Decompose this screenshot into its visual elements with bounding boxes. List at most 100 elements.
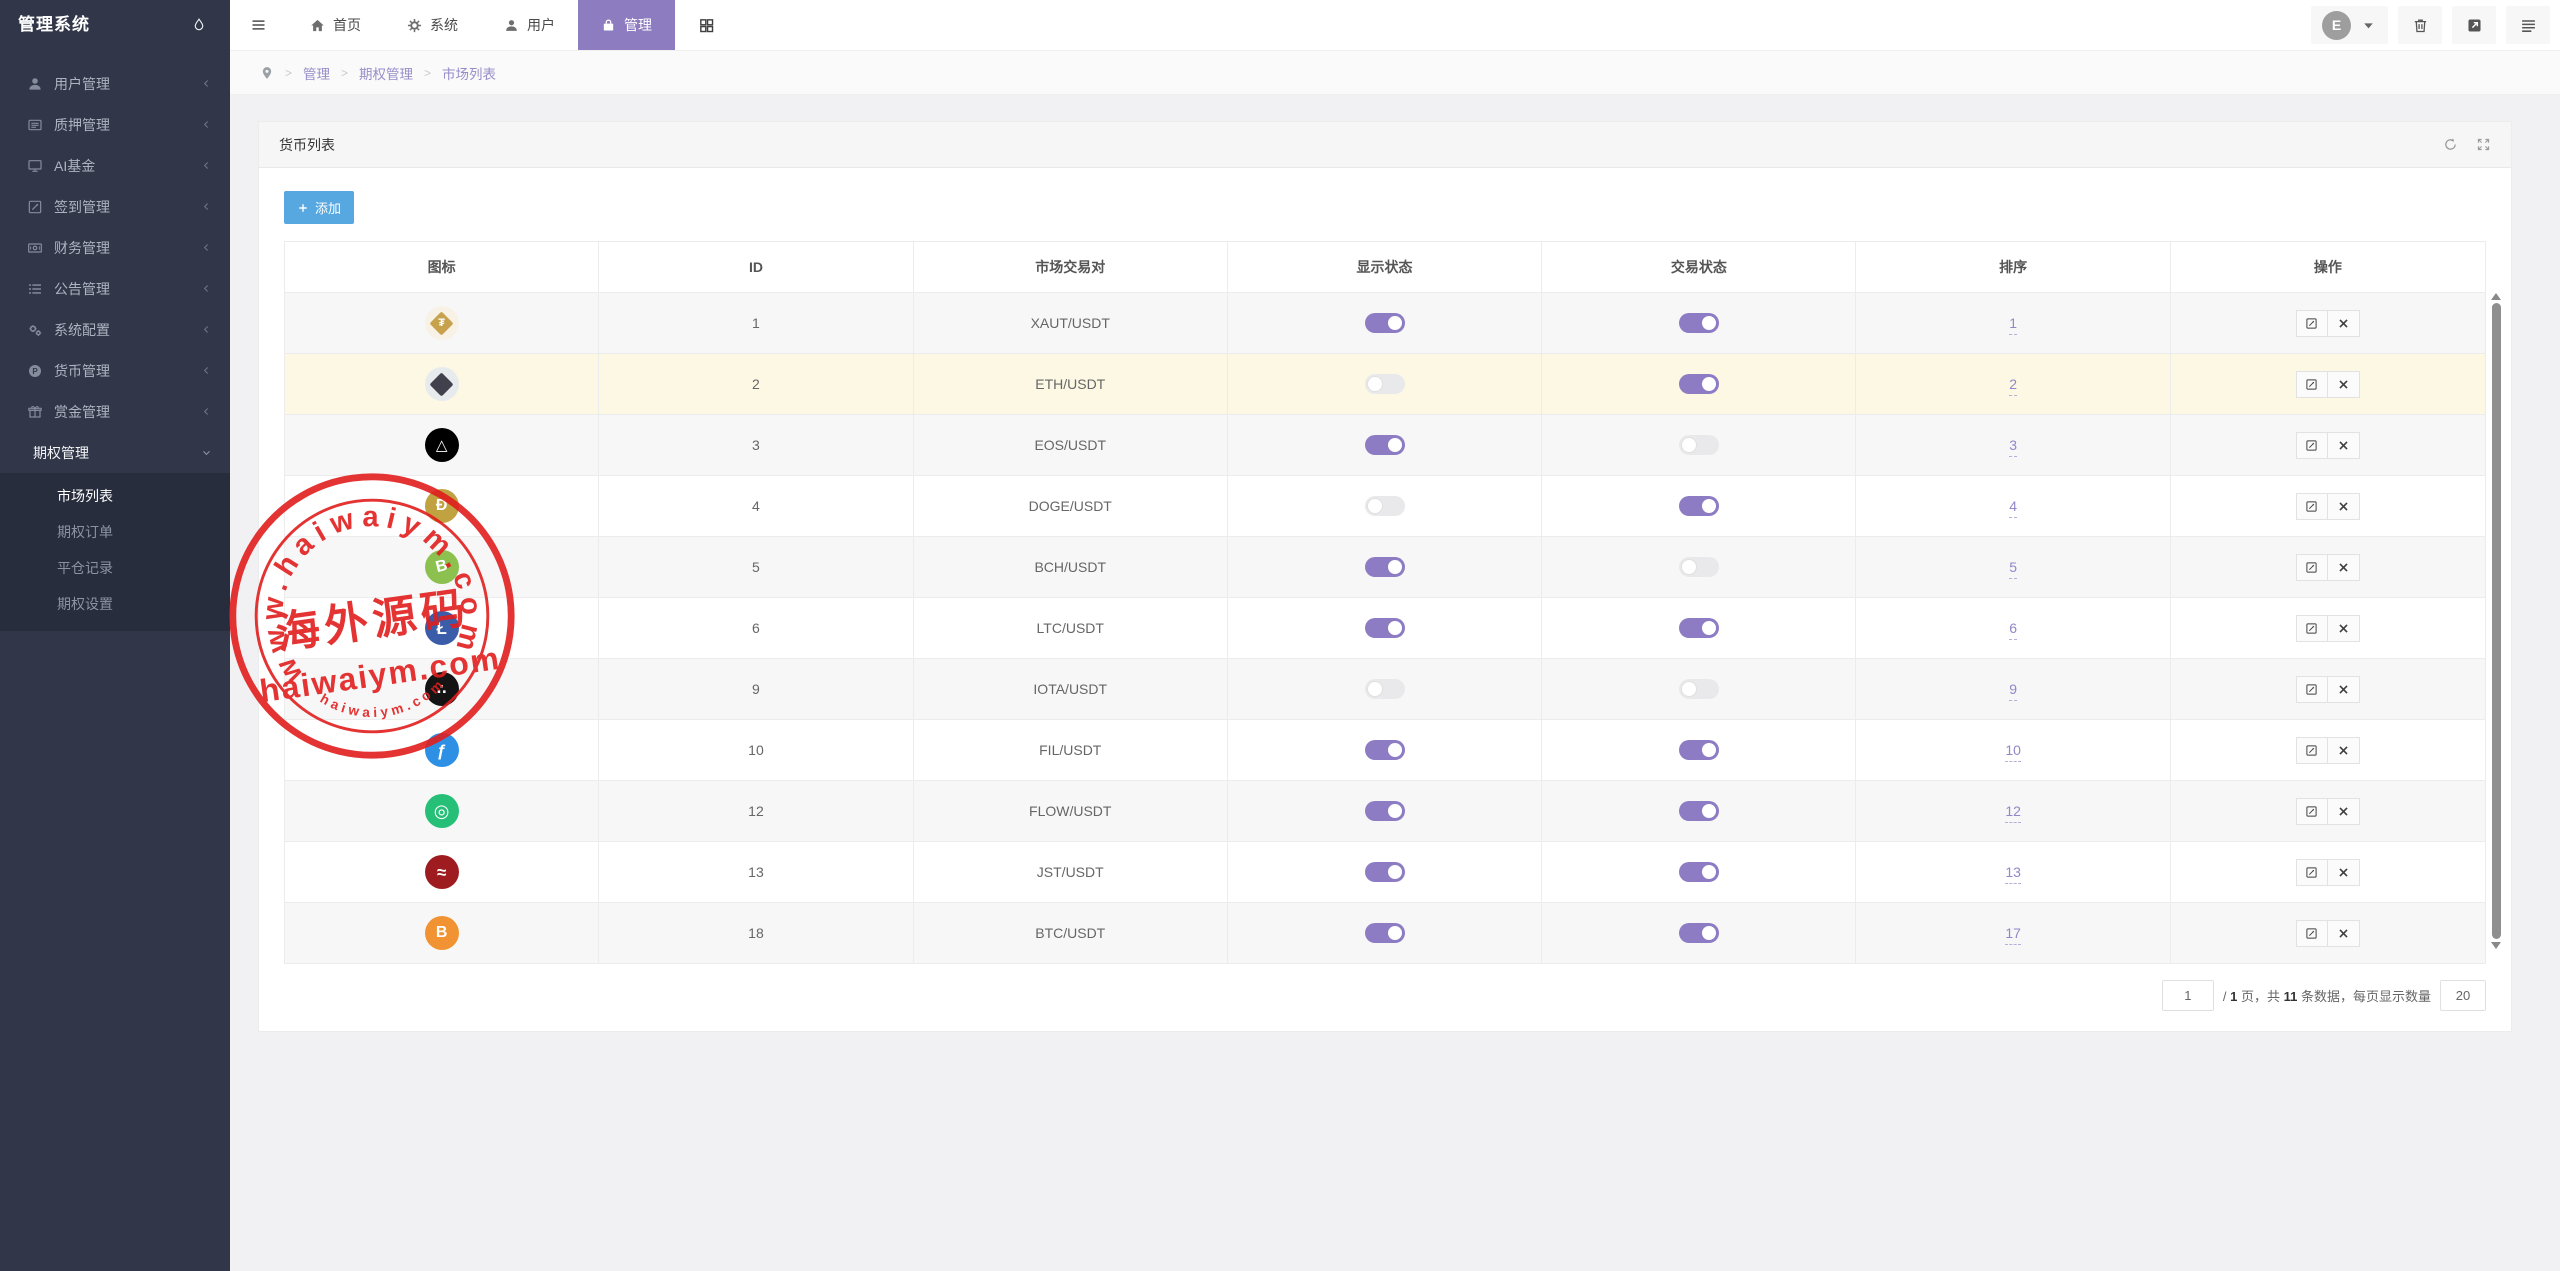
column-header: 显示状态 — [1227, 242, 1541, 293]
trade-status-toggle[interactable] — [1679, 618, 1719, 638]
sort-link[interactable]: 12 — [2005, 803, 2021, 823]
trade-status-toggle[interactable] — [1679, 435, 1719, 455]
sidebar-item[interactable]: 系统配置 — [0, 309, 230, 350]
xaut-coin-icon: ₮ — [425, 306, 459, 340]
sort-link[interactable]: 5 — [2009, 559, 2017, 579]
fullscreen-icon[interactable] — [2476, 137, 2491, 152]
page-size-input[interactable] — [2440, 980, 2486, 1011]
trade-status-toggle[interactable] — [1679, 496, 1719, 516]
sidebar-item[interactable]: 公告管理 — [0, 268, 230, 309]
display-status-toggle[interactable] — [1365, 496, 1405, 516]
refresh-icon[interactable] — [2443, 137, 2458, 152]
delete-button[interactable] — [2328, 371, 2360, 398]
edit-button[interactable] — [2296, 554, 2328, 581]
display-status-toggle[interactable] — [1365, 313, 1405, 333]
cell-actions — [2170, 720, 2485, 781]
nav-tab[interactable]: 用户 — [481, 0, 578, 50]
user-menu-button[interactable]: E — [2311, 6, 2388, 44]
edit-button[interactable] — [2296, 798, 2328, 825]
sidebar-subitem[interactable]: 期权设置 — [0, 586, 230, 622]
breadcrumb-link[interactable]: 管理 — [303, 63, 330, 83]
close-icon — [2337, 317, 2350, 330]
trade-status-toggle[interactable] — [1679, 923, 1719, 943]
breadcrumb-link[interactable]: 期权管理 — [359, 63, 413, 83]
sidebar-item[interactable]: 签到管理 — [0, 186, 230, 227]
trade-status-toggle[interactable] — [1679, 374, 1719, 394]
cell-display-status — [1227, 781, 1541, 842]
sidebar-subitem[interactable]: 期权订单 — [0, 514, 230, 550]
edit-button[interactable] — [2296, 615, 2328, 642]
table-scrollbar[interactable] — [2491, 293, 2501, 949]
delete-button[interactable] — [2328, 859, 2360, 886]
display-status-toggle[interactable] — [1365, 435, 1405, 455]
edit-button[interactable] — [2296, 371, 2328, 398]
scroll-up-arrow[interactable] — [2491, 293, 2501, 300]
sidebar-item[interactable]: 货币管理 — [0, 350, 230, 391]
edit-button[interactable] — [2296, 493, 2328, 520]
trade-status-toggle[interactable] — [1679, 557, 1719, 577]
scrollbar-thumb[interactable] — [2492, 303, 2501, 939]
sort-link[interactable]: 2 — [2009, 376, 2017, 396]
sidebar-item[interactable]: 赏金管理 — [0, 391, 230, 432]
delete-button[interactable] — [2328, 920, 2360, 947]
edit-button[interactable] — [2296, 432, 2328, 459]
sidebar-subitem[interactable]: 市场列表 — [0, 478, 230, 514]
edit-button[interactable] — [2296, 676, 2328, 703]
sidebar-item[interactable]: 质押管理 — [0, 104, 230, 145]
cell-display-status — [1227, 415, 1541, 476]
sort-link[interactable]: 13 — [2005, 864, 2021, 884]
sort-link[interactable]: 10 — [2005, 742, 2021, 762]
delete-button[interactable] — [2328, 615, 2360, 642]
edit-button[interactable] — [2296, 920, 2328, 947]
add-button[interactable]: 添加 — [284, 191, 354, 224]
display-status-toggle[interactable] — [1365, 374, 1405, 394]
delete-button[interactable] — [2328, 554, 2360, 581]
trade-status-toggle[interactable] — [1679, 862, 1719, 882]
display-status-toggle[interactable] — [1365, 740, 1405, 760]
more-menu-button[interactable] — [2506, 6, 2550, 44]
sort-link[interactable]: 3 — [2009, 437, 2017, 457]
trade-status-toggle[interactable] — [1679, 313, 1719, 333]
display-status-toggle[interactable] — [1365, 862, 1405, 882]
display-status-toggle[interactable] — [1365, 923, 1405, 943]
breadcrumb-link[interactable]: 市场列表 — [442, 63, 496, 83]
scroll-down-arrow[interactable] — [2491, 942, 2501, 949]
table-row: ƒ10FIL/USDT10 — [285, 720, 2486, 781]
cell-icon: ƒ — [285, 720, 599, 781]
open-link-button[interactable] — [2452, 6, 2496, 44]
delete-button[interactable] — [2328, 432, 2360, 459]
edit-button[interactable] — [2296, 737, 2328, 764]
trade-status-toggle[interactable] — [1679, 740, 1719, 760]
sort-link[interactable]: 1 — [2009, 315, 2017, 335]
cell-icon: △ — [285, 415, 599, 476]
delete-button[interactable] — [2328, 676, 2360, 703]
display-status-toggle[interactable] — [1365, 618, 1405, 638]
sidebar-item[interactable]: 财务管理 — [0, 227, 230, 268]
clear-cache-button[interactable] — [2398, 6, 2442, 44]
delete-button[interactable] — [2328, 493, 2360, 520]
delete-button[interactable] — [2328, 310, 2360, 337]
display-status-toggle[interactable] — [1365, 801, 1405, 821]
sidebar-item[interactable]: AI基金 — [0, 145, 230, 186]
sort-link[interactable]: 6 — [2009, 620, 2017, 640]
sidebar-item[interactable]: 用户管理 — [0, 63, 230, 104]
sort-link[interactable]: 4 — [2009, 498, 2017, 518]
edit-button[interactable] — [2296, 310, 2328, 337]
display-status-toggle[interactable] — [1365, 679, 1405, 699]
trade-status-toggle[interactable] — [1679, 679, 1719, 699]
nav-tab[interactable] — [675, 0, 738, 50]
sort-link[interactable]: 17 — [2005, 925, 2021, 945]
sort-link[interactable]: 9 — [2009, 681, 2017, 701]
nav-tab[interactable]: 管理 — [578, 0, 675, 50]
delete-button[interactable] — [2328, 798, 2360, 825]
page-input[interactable] — [2162, 980, 2214, 1011]
delete-button[interactable] — [2328, 737, 2360, 764]
nav-tab[interactable]: 系统 — [384, 0, 481, 50]
nav-tab[interactable]: 首页 — [287, 0, 384, 50]
trade-status-toggle[interactable] — [1679, 801, 1719, 821]
edit-button[interactable] — [2296, 859, 2328, 886]
sidebar-item-expanded[interactable]: 期权管理 — [0, 432, 230, 473]
sidebar-subitem[interactable]: 平仓记录 — [0, 550, 230, 586]
display-status-toggle[interactable] — [1365, 557, 1405, 577]
sidebar-collapse-button[interactable] — [230, 17, 287, 33]
